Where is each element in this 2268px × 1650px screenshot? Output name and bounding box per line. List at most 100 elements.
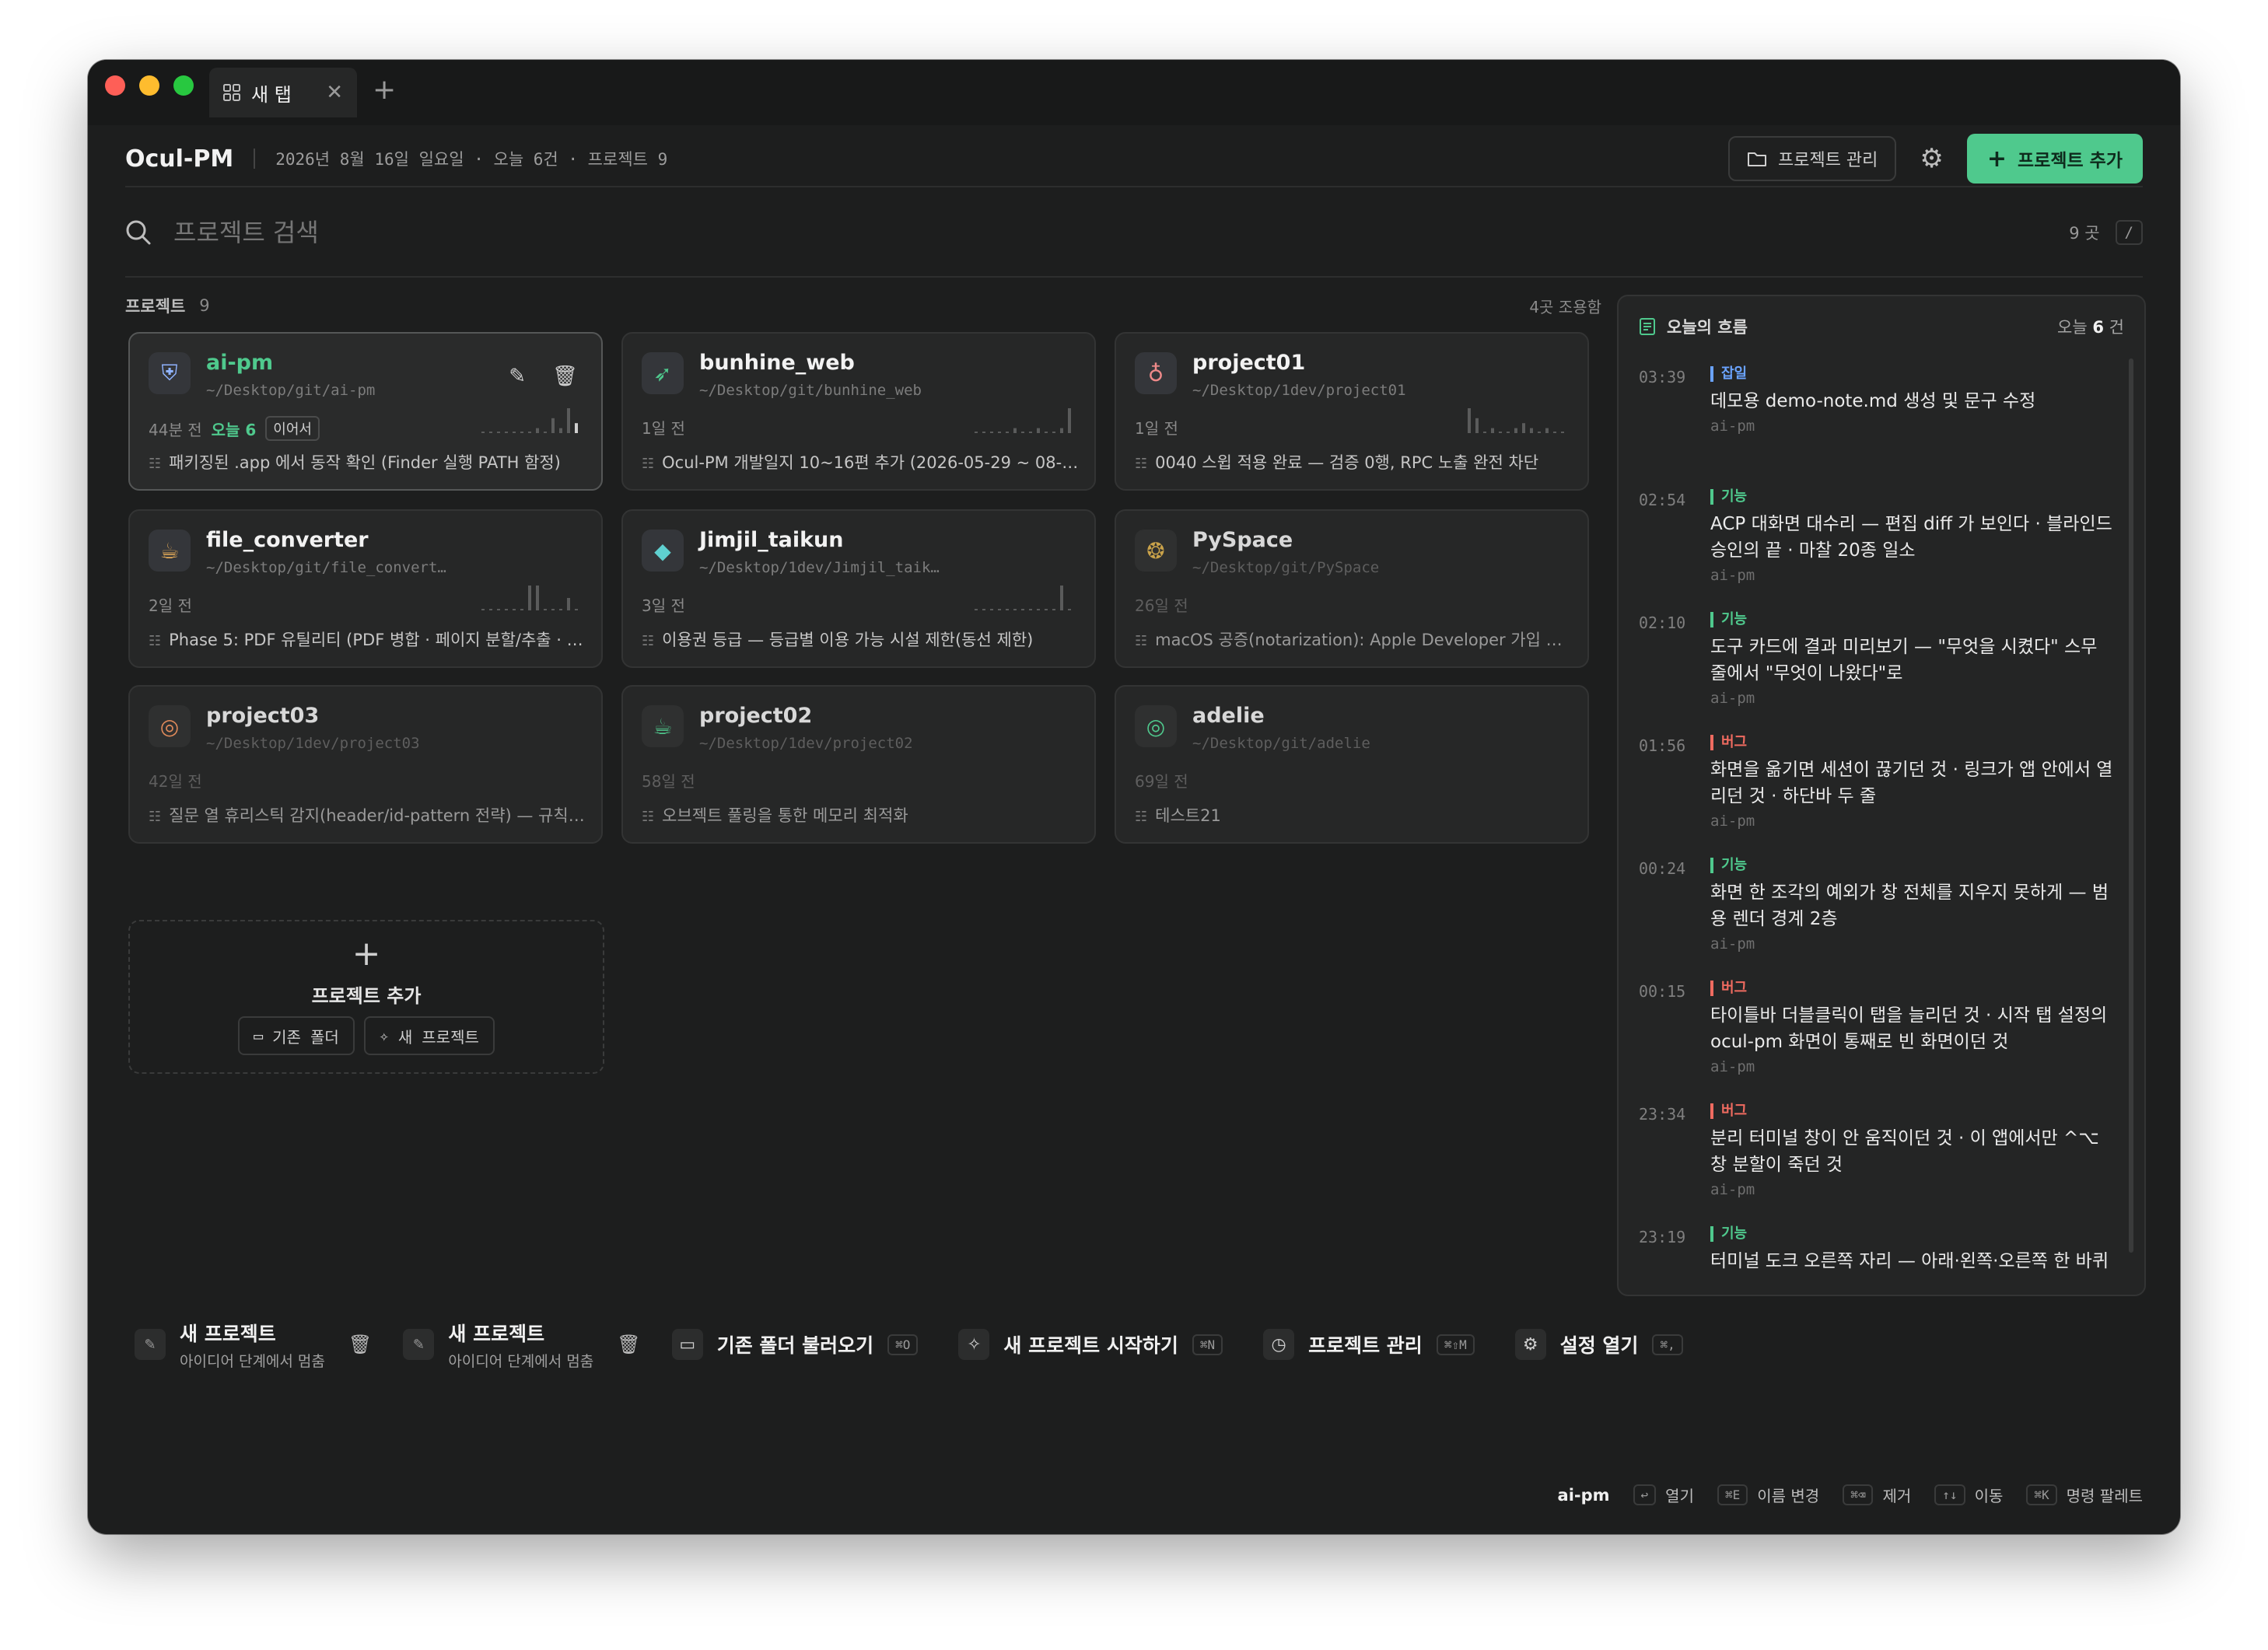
resume-badge[interactable]: 이어서 bbox=[265, 416, 320, 441]
zoom-window-button[interactable] bbox=[173, 75, 194, 96]
journal-icon bbox=[1640, 318, 1655, 335]
project-name: adelie bbox=[1192, 704, 1265, 728]
spark-bar bbox=[1514, 428, 1517, 433]
project-name: file_converter bbox=[206, 528, 369, 552]
new-project-label: 새 프로젝트 bbox=[397, 1027, 479, 1047]
spark-bar bbox=[513, 609, 516, 610]
project-last-item: ☷ macOS 공증(notarization): Apple Developer… bbox=[1135, 627, 1573, 651]
spark-bar bbox=[551, 609, 555, 610]
search-input[interactable] bbox=[172, 217, 2070, 248]
add-project-card[interactable]: + 프로젝트 추가 ▭ 기존 폴더 ✧ 새 프로젝트 bbox=[128, 920, 604, 1074]
spark-bar bbox=[567, 598, 570, 610]
list-icon: ☷ bbox=[642, 456, 655, 472]
project-card[interactable]: ☕ project02 ~/Desktop/1dev/project02 58일 전 ☷… bbox=[621, 685, 1096, 844]
flow-list: 03:39 잡일 데모용 demo-note.md 생성 및 문구 수정 ai-pm 0… bbox=[1639, 363, 2116, 1346]
manage-projects-button[interactable]: 프로젝트 관리 bbox=[1727, 136, 1897, 181]
flow-project: ai-pm bbox=[1710, 1058, 1755, 1075]
flow-title: 오늘의 흐름 bbox=[1667, 318, 1748, 337]
shortcut-key: ⌘E bbox=[1717, 1484, 1748, 1505]
settings-gear-icon[interactable]: ⚙ bbox=[1920, 143, 1943, 174]
spark-bar bbox=[567, 408, 570, 433]
manage-projects-label: 프로젝트 관리 bbox=[1777, 151, 1878, 170]
project-last-active: 1일 전 bbox=[1135, 416, 1178, 439]
last-item-text: Phase 5: PDF 유틸리티 (PDF 병합 · 페이지 분할/추출 · … bbox=[169, 631, 587, 649]
new-project-button[interactable]: ✧ 새 프로젝트 bbox=[363, 1016, 495, 1055]
flow-scrollbar[interactable] bbox=[2129, 358, 2133, 1253]
project-card[interactable]: ☕ file_converter ~/Desktop/git/file_conver… bbox=[128, 509, 603, 668]
spark-bar bbox=[1475, 418, 1479, 433]
quick-action[interactable]: ▭ 기존 폴더 불러오기 ⌘O bbox=[671, 1329, 919, 1360]
project-card[interactable]: ♁ project01 ~/Desktop/1dev/project01 1일 전 ☷ 0… bbox=[1115, 332, 1589, 491]
project-name: bunhine_web bbox=[699, 351, 855, 375]
spark-bar bbox=[544, 432, 547, 433]
target-icon: ◎ bbox=[1135, 705, 1177, 747]
quick-action-shortcut: ⌘O bbox=[887, 1334, 919, 1355]
spark-bar bbox=[1507, 432, 1510, 433]
spark-bar bbox=[1006, 432, 1009, 433]
spark-bar bbox=[1561, 432, 1564, 433]
footer-hints: ai-pm ↩ 열기 ⌘E 이름 변경 ⌘⌫ 제거 ↑↓ 이동 ⌘K 명령 팔레트 bbox=[1558, 1484, 2143, 1506]
add-project-button[interactable]: + 프로젝트 추가 bbox=[1966, 134, 2143, 184]
project-name: Jimjil_taikun bbox=[699, 528, 844, 552]
footer-hint: ⌘⌫ 제거 bbox=[1843, 1484, 1911, 1506]
flow-title: 분리 터미널 창이 안 움직이던 것 · 이 앱에서만 ^⌥ 창 분할이 죽던 … bbox=[1710, 1128, 2099, 1175]
footer-hint: ↩ 열기 bbox=[1633, 1484, 1694, 1506]
flow-item[interactable]: 23:34 버그 분리 터미널 창이 안 움직이던 것 · 이 앱에서만 ^⌥ 창 … bbox=[1639, 1100, 2116, 1223]
clock-icon: ◷ bbox=[1263, 1329, 1295, 1360]
project-card[interactable]: ◎ adelie ~/Desktop/git/adelie 69일 전 ☷ 테스트21 bbox=[1115, 685, 1589, 844]
spark-bar bbox=[1021, 609, 1024, 610]
flow-time: 00:24 bbox=[1639, 859, 1686, 878]
minimize-window-button[interactable] bbox=[139, 75, 159, 96]
recent-project[interactable]: ✎ 새 프로젝트 아이디어 단계에서 멈춤 🗑 bbox=[135, 1319, 372, 1371]
project-last-item: ☷ 질문 열 휴리스틱 감지(header/id-pattern 전략) — 규칙… bbox=[149, 803, 587, 827]
projects-section-title: 프로젝트 bbox=[125, 297, 186, 316]
spark-bar bbox=[520, 432, 523, 433]
edit-icon[interactable]: ✎ bbox=[509, 365, 526, 388]
close-window-button[interactable] bbox=[105, 75, 125, 96]
project-card[interactable]: ◎ project03 ~/Desktop/1dev/project03 42일 전 ☷… bbox=[128, 685, 603, 844]
project-card[interactable]: ➶ bunhine_web ~/Desktop/git/bunhine_web 1일 … bbox=[621, 332, 1096, 491]
projects-section-header: 프로젝트 9 4곳 조용함 bbox=[125, 290, 1601, 321]
spark-bar bbox=[489, 609, 492, 610]
flow-tag: 기능 bbox=[1710, 489, 1747, 505]
pencil-icon: ✎ bbox=[403, 1329, 435, 1360]
existing-folder-button[interactable]: ▭ 기존 폴더 bbox=[238, 1016, 355, 1055]
quiet-projects-label[interactable]: 4곳 조용함 bbox=[1529, 295, 1601, 317]
flow-tag: 버그 bbox=[1710, 981, 1747, 996]
spark-bar bbox=[990, 432, 993, 433]
flow-tag: 버그 bbox=[1710, 735, 1747, 750]
spark-bar bbox=[1553, 432, 1556, 433]
flow-item[interactable]: 00:24 기능 화면 한 조각의 예외가 창 전체를 지우지 못하게 — 범용 렌… bbox=[1639, 855, 2116, 977]
flow-item[interactable]: 02:10 기능 도구 카드에 결과 미리보기 — "무엇을 시켰다" 스무 줄에서… bbox=[1639, 609, 2116, 732]
flow-item[interactable]: 03:39 잡일 데모용 demo-note.md 생성 및 문구 수정 ai-pm bbox=[1639, 363, 2116, 486]
shortcut-label: 명령 팔레트 bbox=[2066, 1487, 2143, 1505]
quick-action[interactable]: ⚙ 설정 열기 ⌘, bbox=[1514, 1329, 1683, 1360]
flow-item[interactable]: 02:54 기능 ACP 대화면 대수리 — 편집 diff 가 보인다 · 블라인… bbox=[1639, 486, 2116, 609]
today-flow-panel: 오늘의 흐름 오늘 6 건 03:39 잡일 데모용 demo-note.md 생성… bbox=[1617, 295, 2146, 1296]
tab-new[interactable]: 새 탭 ✕ bbox=[209, 68, 357, 117]
last-active-time: 58일 전 bbox=[642, 772, 695, 791]
footer-hint: ⌘K 명령 팔레트 bbox=[2026, 1484, 2143, 1506]
project-card[interactable]: ◆ Jimjil_taikun ~/Desktop/1dev/Jimjil_taik… bbox=[621, 509, 1096, 668]
flow-item[interactable]: 01:56 버그 화면을 옮기면 세션이 끊기던 것 · 링크가 앱 안에서 열리던… bbox=[1639, 732, 2116, 855]
shortcut-key: ⌘K bbox=[2026, 1484, 2057, 1505]
close-tab-icon[interactable]: ✕ bbox=[326, 81, 343, 104]
quick-action[interactable]: ✧ 새 프로젝트 시작하기 ⌘N bbox=[958, 1329, 1223, 1360]
recent-project[interactable]: ✎ 새 프로젝트 아이디어 단계에서 멈춤 🗑 bbox=[403, 1319, 641, 1371]
search-count: 9 곳 bbox=[2069, 224, 2100, 243]
project-card[interactable]: ⛨ ai-pm ~/Desktop/git/ai-pm 44분 전 오늘 6 이어서 ☷ 패키… bbox=[128, 332, 603, 491]
project-last-active: 44분 전 오늘 6 이어서 bbox=[149, 416, 320, 441]
project-card[interactable]: ❂ PySpace ~/Desktop/git/PySpace 26일 전 ☷ macOS… bbox=[1115, 509, 1589, 668]
trash-icon[interactable]: 🗑 bbox=[348, 1334, 372, 1355]
quick-action[interactable]: ◷ 프로젝트 관리 ⌘⇧M bbox=[1263, 1329, 1475, 1360]
project-name: ai-pm bbox=[206, 351, 274, 375]
flow-project: ai-pm bbox=[1710, 690, 1755, 707]
trash-icon[interactable]: 🗑 bbox=[552, 365, 578, 388]
shortcut-key: ↩ bbox=[1633, 1484, 1657, 1505]
trash-icon[interactable]: 🗑 bbox=[617, 1334, 640, 1355]
flow-item[interactable]: 00:15 버그 타이틀바 더블클릭이 탭을 늘리던 것 · 시작 탭 설정의 oc… bbox=[1639, 977, 2116, 1100]
last-item-text: 이용권 등급 — 등급별 이용 가능 시설 제한(동선 제한) bbox=[662, 631, 1034, 649]
spark-bar bbox=[1060, 428, 1063, 433]
recent-project-title: 새 프로젝트 bbox=[448, 1322, 545, 1345]
new-tab-button[interactable]: + bbox=[373, 74, 396, 106]
